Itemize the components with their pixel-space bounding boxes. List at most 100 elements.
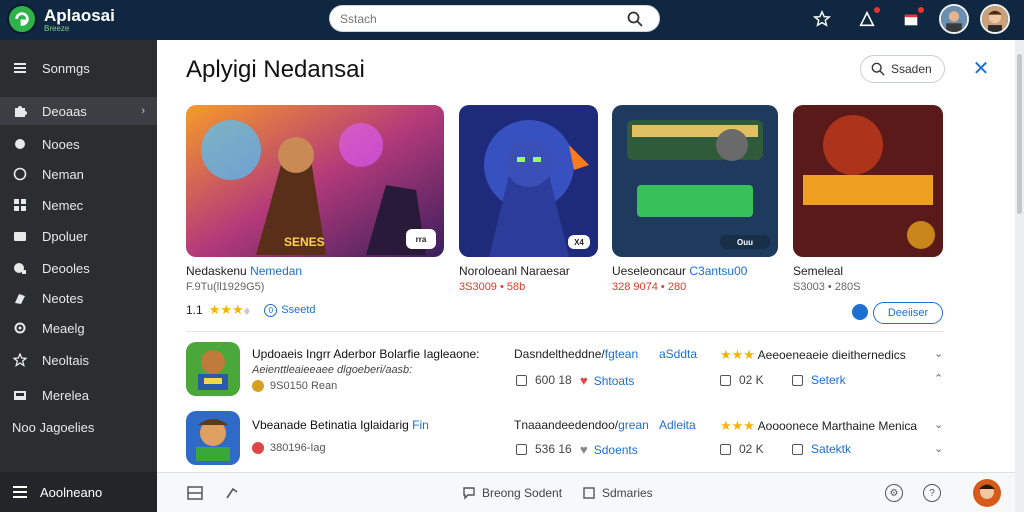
row-meta: 9S0150 Rean xyxy=(252,380,337,392)
star-icon: ★★★ xyxy=(720,347,755,362)
grid-icon xyxy=(12,197,28,213)
download-icon xyxy=(12,228,28,244)
footer-summaries[interactable]: Sdmaries xyxy=(582,486,653,500)
sidebar-item-label: Nooes xyxy=(42,136,80,152)
sidebar-item-label: Neotes xyxy=(42,290,84,306)
top-bar: Aplaosai Breeze xyxy=(0,0,1024,40)
sidebar-item-0[interactable]: Sonmgs xyxy=(0,54,157,82)
sidebar-bottom-menu[interactable]: Aoolneano xyxy=(0,472,157,512)
settings-icon xyxy=(12,320,28,336)
row-title[interactable]: Updoaeis Ingrr Aderbor Bolarfie Iagleaon… xyxy=(252,347,479,361)
row-category: Dasndeltheddne/fgtean xyxy=(514,347,639,361)
row-shares: 02 K xyxy=(720,373,764,387)
ratings-link[interactable]: 0 Sseetd xyxy=(264,303,316,317)
row-save[interactable]: Satektk xyxy=(792,442,851,456)
list-view-icon[interactable] xyxy=(187,485,203,501)
game-card-image-2[interactable]: Ouu xyxy=(612,105,778,257)
gift-icon[interactable] xyxy=(900,6,925,30)
status-dot xyxy=(852,304,868,320)
info-icon: 0 xyxy=(264,303,278,317)
sidebar-item-label: Nemec xyxy=(42,197,84,213)
star-icon: ★ xyxy=(208,302,221,317)
scrollbar-thumb[interactable] xyxy=(1017,54,1022,214)
sidebar-item-8[interactable]: Meaelg xyxy=(0,314,157,342)
star-icon xyxy=(12,352,28,368)
card-meta-2: 328 9074 • 280 xyxy=(612,281,687,293)
details-button[interactable]: Deeiiser xyxy=(873,302,943,324)
sort-button-label: Ssaden xyxy=(891,62,932,76)
sidebar-item-extra[interactable]: Noo Jagoelies xyxy=(12,420,94,435)
close-icon[interactable]: ✕ xyxy=(972,59,990,79)
row-title[interactable]: Vbeanade Betinatia Iglaidarig Fin xyxy=(252,418,429,432)
sidebar-item-3[interactable]: Neman xyxy=(0,160,157,188)
logo-icon xyxy=(15,12,29,26)
rating-row: 1.1 ★ ★ ★ ♦ 0 Sseetd xyxy=(186,302,316,318)
chart-icon xyxy=(12,260,28,276)
card-title-2[interactable]: Ueseleoncaur C3antsu00 xyxy=(612,264,747,278)
game-card-image-0[interactable]: rra SENES xyxy=(186,105,444,257)
profile-avatar[interactable] xyxy=(980,4,1010,34)
chevron-up-icon[interactable]: ⌃ xyxy=(934,372,943,385)
sidebar-item-1[interactable]: Deoaas › xyxy=(0,97,157,125)
share-arrow-icon[interactable] xyxy=(224,485,240,501)
favorites-star-icon[interactable] xyxy=(811,8,833,30)
sidebar-item-10[interactable]: Merelea xyxy=(0,381,157,409)
user-avatar[interactable] xyxy=(939,4,969,34)
search-icon xyxy=(871,62,885,76)
sidebar-item-label: Sonmgs xyxy=(42,60,90,76)
help-circle-icon[interactable]: ? xyxy=(923,484,941,502)
row-rating: ★★★ Aeeoeneaeie dieithernedics xyxy=(720,347,906,362)
card-title-0[interactable]: Nedaskenu Nemedan xyxy=(186,264,302,278)
chevron-down-icon[interactable]: ⌄ xyxy=(934,442,943,455)
star-icon: ★ xyxy=(232,302,244,317)
row-app-icon[interactable] xyxy=(186,342,240,396)
sidebar-item-7[interactable]: Neotes xyxy=(0,284,157,312)
row-meta: 380196-Iag xyxy=(252,442,326,454)
chevron-down-icon[interactable]: ⌄ xyxy=(934,347,943,360)
row-link[interactable]: aSddta xyxy=(659,347,697,361)
sidebar-item-5[interactable]: Dpoluer xyxy=(0,222,157,250)
menu-icon xyxy=(13,486,27,498)
heart-icon: ♥ xyxy=(580,373,588,388)
row-link[interactable]: Adleita xyxy=(659,418,696,432)
row-save[interactable]: Seterk xyxy=(792,373,846,387)
star-empty-icon: ♦ xyxy=(243,302,251,318)
card-meta-3: S3003 • 280S xyxy=(793,281,861,293)
search-bar[interactable] xyxy=(329,5,660,32)
sidebar-item-6[interactable]: Deooles xyxy=(0,254,157,282)
row-likes[interactable]: ♥ Shtoats xyxy=(580,373,634,388)
game-card-image-3[interactable] xyxy=(793,105,943,257)
search-icon[interactable] xyxy=(627,11,643,27)
app-logo[interactable] xyxy=(7,4,37,34)
card-corner-badge: Ouu xyxy=(720,235,770,249)
card-title-1[interactable]: Noroloeanl Naraesar xyxy=(459,264,570,278)
notification-dot xyxy=(873,6,881,14)
settings-circle-icon[interactable]: ⚙ xyxy=(885,484,903,502)
sort-button[interactable]: Ssaden xyxy=(860,55,945,83)
row-app-icon[interactable] xyxy=(186,411,240,465)
card-art-text: SENES xyxy=(284,235,325,249)
game-card-image-1[interactable]: X4 xyxy=(459,105,598,257)
chevron-down-icon[interactable]: ⌄ xyxy=(934,418,943,431)
card-title-3[interactable]: Semeleal xyxy=(793,264,843,278)
row-likes[interactable]: ♥ Sdoents xyxy=(580,442,638,457)
download-icon xyxy=(516,443,527,455)
rating-value: 1.1 xyxy=(186,303,203,317)
scrollbar[interactable] xyxy=(1015,40,1024,512)
row-category: Tnaaandeedendoo/grean xyxy=(514,418,649,432)
footer-comment[interactable]: Breong Sodent xyxy=(462,486,562,500)
footer-avatar[interactable] xyxy=(973,479,1001,507)
sidebar-item-4[interactable]: Nemec xyxy=(0,191,157,219)
notifications-icon[interactable] xyxy=(856,6,881,30)
coin-icon xyxy=(252,380,264,392)
card-meta-0: F.9Tu(ll1929G5) xyxy=(186,281,265,293)
comment-icon xyxy=(463,487,475,500)
sidebar-item-2[interactable]: Nooes xyxy=(0,130,157,158)
sidebar-item-9[interactable]: Neoltais xyxy=(0,346,157,374)
search-input[interactable] xyxy=(340,10,610,28)
sidebar-item-label: Deooles xyxy=(42,260,90,276)
row-subtitle: Aeienttleaieeaee dlgoeberi/aasb: xyxy=(252,364,413,376)
download-icon xyxy=(516,374,527,386)
sidebar-item-label: Deoaas xyxy=(42,103,87,119)
star-icon: ★ xyxy=(220,302,232,317)
